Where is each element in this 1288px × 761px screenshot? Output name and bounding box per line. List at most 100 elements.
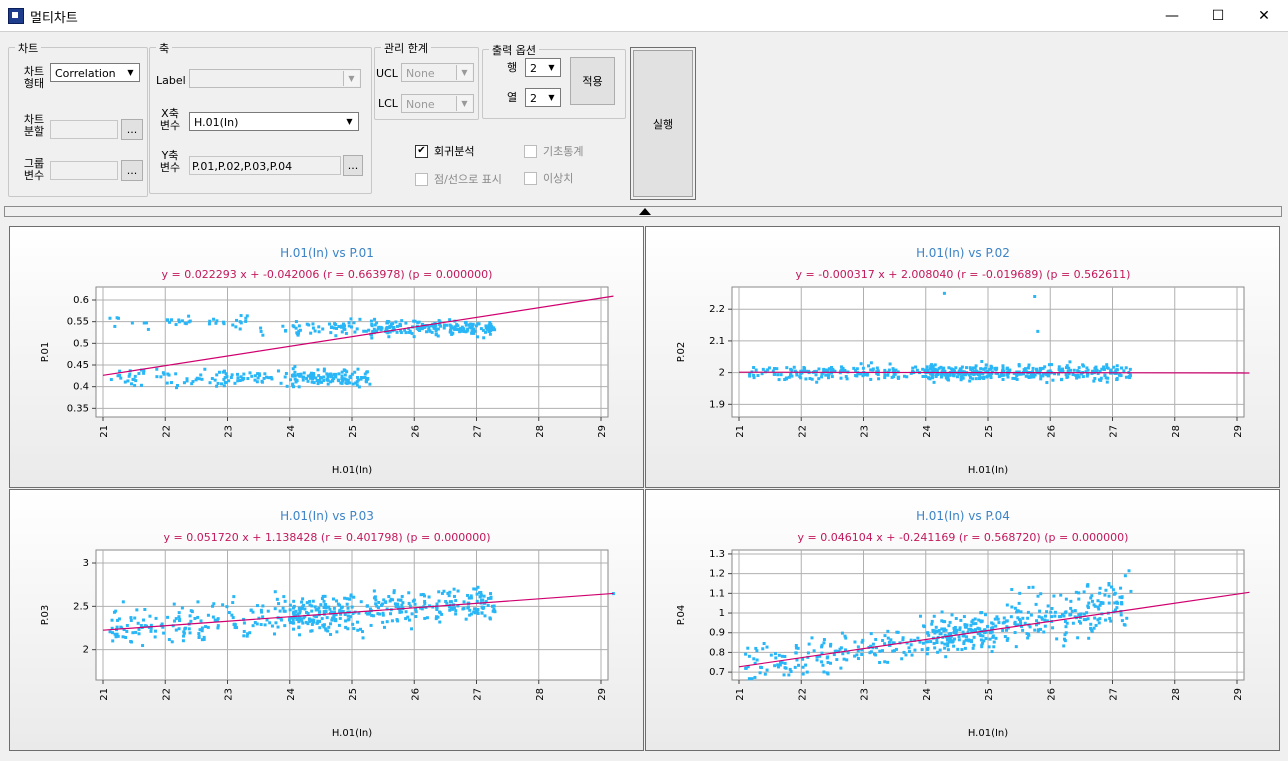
data-point [988,631,992,635]
regression-checkbox[interactable]: ✔ 회귀분석 [415,143,474,159]
data-point [840,365,844,369]
data-point [133,616,137,620]
chart-panel-p02[interactable]: H.01(In) vs P.02 y = -0.000317 x + 2.0080… [645,226,1280,488]
lcl-label: LCL [378,97,398,110]
data-point [340,609,344,613]
collapse-up-icon[interactable] [639,208,651,215]
data-point [182,631,186,635]
chart-type-select[interactable]: Correlation ▼ [50,63,140,82]
data-point [452,594,456,598]
data-point [1055,637,1059,641]
minimize-button[interactable]: — [1149,0,1195,31]
data-point [282,595,286,599]
data-point [275,597,279,601]
data-point [400,594,404,598]
data-point [963,646,967,650]
data-point [142,321,146,325]
data-point [355,380,359,384]
maximize-button[interactable]: ☐ [1195,0,1241,31]
close-button[interactable]: ✕ [1241,0,1287,31]
y-axis-browse-button[interactable]: ... [343,155,363,176]
data-point [221,603,225,607]
data-point [292,599,296,603]
data-point [1010,605,1014,609]
data-point [302,616,306,620]
data-point [1018,591,1022,595]
data-point [288,603,292,607]
data-point [224,372,228,376]
chart-split-field[interactable] [50,120,118,139]
data-point [921,374,925,378]
data-point [148,614,152,618]
panel-collapse-splitter[interactable] [4,206,1282,217]
chart-split-browse-button[interactable]: ... [121,119,143,140]
col-count-select[interactable]: 2 ▼ [525,88,561,107]
row-count-select[interactable]: 2 ▼ [525,58,561,77]
data-point [465,329,469,333]
data-point [283,599,287,603]
data-point [301,597,305,601]
data-point [351,622,355,626]
y-axis-field[interactable]: P.01,P.02,P.03,P.04 [189,156,341,175]
data-point [940,610,944,614]
data-point [376,612,380,616]
points-lines-checkbox[interactable]: 점/선으로 표시 [415,171,502,187]
y-tick-label: 1.9 [709,399,725,410]
x-axis-title: H.01(In) [332,465,372,476]
ucl-select[interactable]: None ▼ [401,63,474,82]
data-point [232,623,236,627]
run-button[interactable]: 실행 [630,47,696,200]
label-select[interactable]: ▼ [189,69,361,88]
chart-panel-p01[interactable]: H.01(In) vs P.01 y = 0.022293 x + -0.0420… [9,226,644,488]
group-var-browse-button[interactable]: ... [121,160,143,181]
data-point [195,376,199,380]
data-point [878,649,882,653]
row-count-value: 2 [530,62,537,75]
data-point [1013,620,1017,624]
data-point [773,652,777,656]
lcl-select[interactable]: None ▼ [401,94,474,113]
data-point [238,320,242,324]
data-point [755,658,759,662]
data-point [288,608,292,612]
data-point [222,322,226,326]
data-point [329,610,333,614]
data-point [312,373,316,377]
data-point [291,621,295,625]
data-point [349,593,353,597]
data-point [1015,610,1019,614]
data-point [1057,365,1061,369]
data-point [291,324,295,328]
chart-panel-p03[interactable]: H.01(In) vs P.03 y = 0.051720 x + 1.13842… [9,489,644,751]
data-point [182,381,186,385]
data-point [997,621,1001,625]
data-point [1076,636,1080,640]
data-point [886,373,890,377]
data-point [856,645,860,649]
data-point [346,614,350,618]
data-point [1109,619,1113,623]
data-point [822,641,826,645]
data-point [932,380,936,384]
data-point [333,375,337,379]
y-tick-label: 0.7 [709,667,725,678]
data-point [918,614,922,618]
data-point [1064,625,1068,629]
data-point [943,642,947,646]
data-point [242,372,246,376]
data-point [968,379,972,383]
group-var-field[interactable] [50,161,118,180]
data-point [308,373,312,377]
data-point [155,375,159,379]
data-point [877,377,881,381]
apply-button[interactable]: 적용 [570,57,615,105]
basic-stats-checkbox[interactable]: 기초통계 [524,143,583,159]
data-point [375,604,379,608]
data-point [293,370,297,374]
x-axis-select[interactable]: H.01(In) ▼ [189,112,359,131]
data-point [260,380,264,384]
chart-panel-p04[interactable]: H.01(In) vs P.04 y = 0.046104 x + -0.2411… [645,489,1280,751]
data-point [988,637,992,641]
outliers-checkbox[interactable]: 이상치 [524,170,573,186]
data-point [1005,366,1009,370]
